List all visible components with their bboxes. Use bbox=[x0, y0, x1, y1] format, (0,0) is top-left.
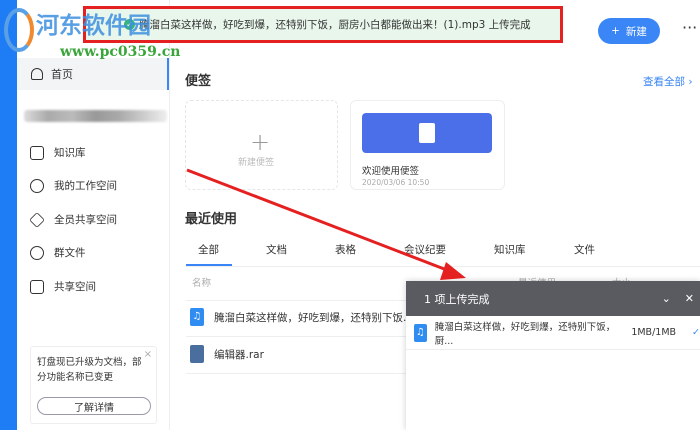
watermark-logo bbox=[4, 8, 34, 52]
watermark-url: www.pc0359.cn bbox=[60, 44, 181, 60]
arrow-head bbox=[440, 262, 466, 280]
annotation-arrow bbox=[186, 168, 466, 280]
watermark-text: 河东软件园 bbox=[36, 12, 151, 39]
arrow-line bbox=[186, 168, 453, 274]
